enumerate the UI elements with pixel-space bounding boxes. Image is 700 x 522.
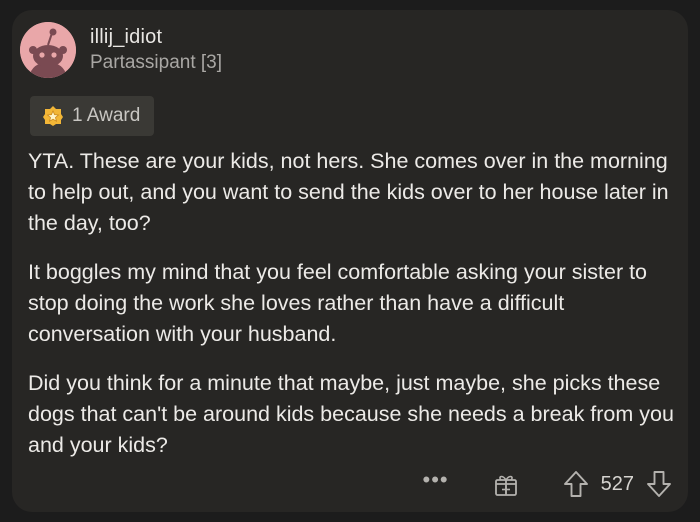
comment-card: illij_idiot Partassipant [3] 1 Award YTA… [12,10,688,512]
upvote-arrow-icon [563,471,588,497]
award-count-label: 1 Award [72,105,141,126]
award-badge[interactable]: 1 Award [30,96,155,136]
vote-count: 527 [600,472,634,495]
user-flair: Partassipant [3] [90,52,223,73]
give-award-button[interactable] [493,471,519,497]
comment-paragraph: Did you think for a minute that maybe, j… [28,371,674,457]
comment-body: YTA. These are your kids, not hers. She … [28,146,678,479]
comment-actions: ••• 527 [423,468,672,500]
user-avatar[interactable] [20,22,76,78]
snoo-avatar-icon [20,22,76,78]
upvote-button[interactable] [563,470,589,498]
comment-paragraph: YTA. These are your kids, not hers. She … [28,149,669,235]
downvote-button[interactable] [646,470,672,498]
downvote-arrow-icon [647,471,671,497]
gift-award-icon [494,475,517,496]
comment-paragraph: It boggles my mind that you feel comfort… [28,260,648,346]
more-options-button[interactable]: ••• [423,469,449,498]
comment-username[interactable]: illij_idiot [90,26,162,49]
award-medal-icon [43,106,63,126]
